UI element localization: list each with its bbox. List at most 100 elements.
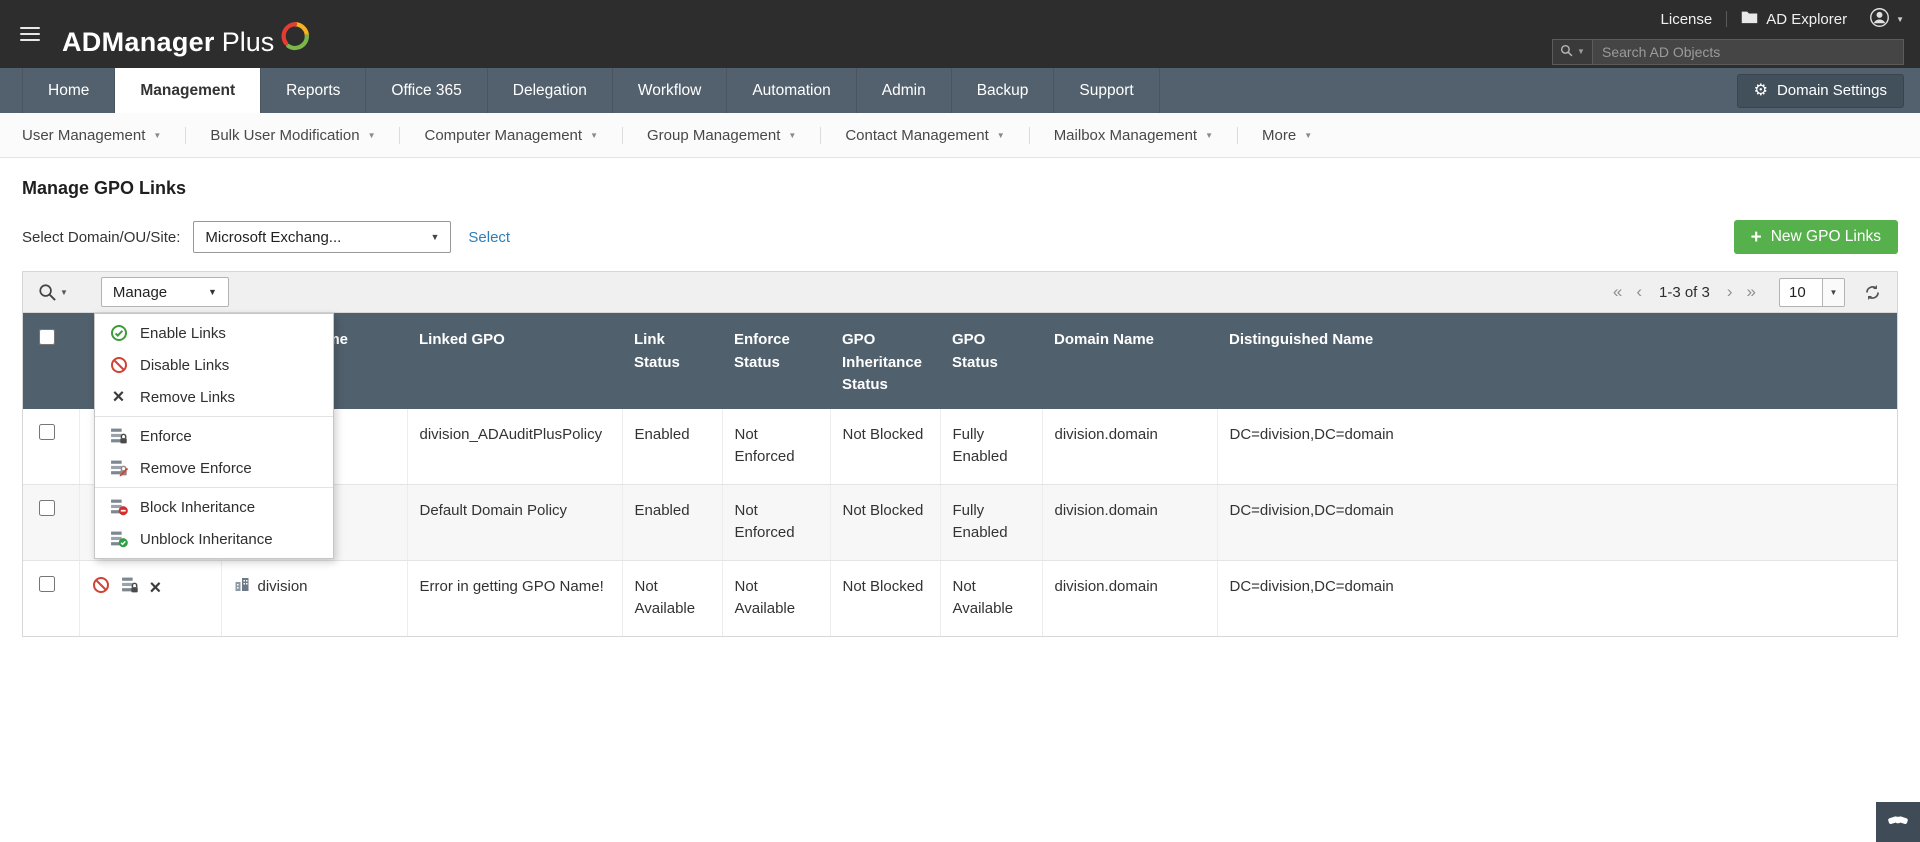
menu-item-block-inheritance[interactable]: Block Inheritance xyxy=(95,491,333,523)
chevron-down-icon: ▼ xyxy=(1822,279,1844,306)
row-checkbox[interactable] xyxy=(39,500,55,516)
tab-support[interactable]: Support xyxy=(1054,68,1159,113)
disable-links-icon xyxy=(109,356,128,374)
menu-item-enforce[interactable]: Enforce xyxy=(95,420,333,452)
table-cell: Not Available xyxy=(622,560,722,636)
subnav-user-management[interactable]: User Management▼ xyxy=(22,127,185,144)
subnav-contact-management[interactable]: Contact Management▼ xyxy=(821,127,1028,144)
user-icon xyxy=(1869,7,1890,32)
enforce-icon[interactable] xyxy=(121,576,139,602)
table-cell: Enabled xyxy=(622,484,722,560)
manage-dropdown[interactable]: Manage ▼ xyxy=(101,277,229,307)
menu-item-remove-enforce[interactable]: Remove Enforce xyxy=(95,452,333,484)
menu-item-remove-links[interactable]: × Remove Links xyxy=(95,381,333,413)
domain-ou-site-dropdown[interactable]: Microsoft Exchang... ▼ xyxy=(193,221,451,253)
tab-home[interactable]: Home xyxy=(22,68,115,113)
handshake-icon xyxy=(1886,809,1910,835)
menu-item-unblock-inheritance[interactable]: Unblock Inheritance xyxy=(95,523,333,555)
chevron-down-icon: ▼ xyxy=(208,287,217,297)
table-cell: Fully Enabled xyxy=(940,409,1042,485)
col-distinguished-name: Distinguished Name xyxy=(1217,313,1897,409)
tab-management[interactable]: Management xyxy=(115,68,261,113)
table-cell: division.domain xyxy=(1042,484,1217,560)
table-cell: division xyxy=(221,560,407,636)
hamburger-menu-icon[interactable] xyxy=(16,23,44,45)
enable-links-icon xyxy=(109,324,128,342)
tab-admin[interactable]: Admin xyxy=(857,68,952,113)
chevron-down-icon: ▼ xyxy=(368,131,376,140)
col-gpo-inheritance-status: GPO Inheritance Status xyxy=(830,313,940,409)
search-scope-button[interactable]: ▼ xyxy=(1553,40,1593,64)
menu-item-disable-links[interactable]: Disable Links xyxy=(95,349,333,381)
row-checkbox[interactable] xyxy=(39,424,55,440)
user-menu[interactable]: ▼ xyxy=(1869,7,1904,32)
manage-menu: Enable Links Disable Links × Remove Link… xyxy=(94,313,334,559)
table-cell: DC=division,DC=domain xyxy=(1217,484,1897,560)
prev-page-button[interactable]: ‹ xyxy=(1629,282,1649,302)
domain-selector-label: Select Domain/OU/Site: xyxy=(22,229,180,246)
first-page-button[interactable]: « xyxy=(1606,282,1629,302)
table-cell: Not Blocked xyxy=(830,409,940,485)
domain-settings-button[interactable]: ⚙ Domain Settings xyxy=(1737,74,1904,108)
ad-explorer-link[interactable]: AD Explorer xyxy=(1741,10,1847,28)
domain-object-icon xyxy=(234,576,250,600)
tab-automation[interactable]: Automation xyxy=(727,68,856,113)
tab-delegation[interactable]: Delegation xyxy=(488,68,613,113)
brand-name: ADManager xyxy=(62,27,215,58)
table-cell: DC=division,DC=domain xyxy=(1217,560,1897,636)
ad-search-bar: ▼ xyxy=(1552,39,1904,65)
brand-swirl-icon xyxy=(278,17,312,61)
row-checkbox[interactable] xyxy=(39,576,55,592)
tab-office-365[interactable]: Office 365 xyxy=(366,68,487,113)
chevron-down-icon: ▼ xyxy=(1896,15,1904,24)
column-search-icon[interactable]: ▼ xyxy=(38,283,68,302)
subnav-computer-management[interactable]: Computer Management▼ xyxy=(400,127,622,144)
chevron-down-icon: ▼ xyxy=(1205,131,1213,140)
next-page-button[interactable]: › xyxy=(1720,282,1740,302)
refresh-icon[interactable] xyxy=(1863,283,1882,302)
new-gpo-links-button[interactable]: + New GPO Links xyxy=(1734,220,1898,254)
table-cell: Fully Enabled xyxy=(940,484,1042,560)
subnav-group-management[interactable]: Group Management▼ xyxy=(623,127,820,144)
feedback-widget[interactable] xyxy=(1876,802,1920,842)
disable-link-icon[interactable] xyxy=(92,576,110,602)
col-select-all xyxy=(23,313,79,409)
pagination-info: 1-3 of 3 xyxy=(1659,284,1710,301)
col-linked-gpo: Linked GPO xyxy=(407,313,622,409)
table-cell: Not Blocked xyxy=(830,560,940,636)
license-link[interactable]: License xyxy=(1661,11,1713,28)
remove-links-icon: × xyxy=(109,388,128,406)
topbar-divider xyxy=(1726,11,1727,27)
chevron-down-icon: ▼ xyxy=(997,131,1005,140)
tab-workflow[interactable]: Workflow xyxy=(613,68,727,113)
last-page-button[interactable]: » xyxy=(1740,282,1763,302)
table-cell: division.domain xyxy=(1042,560,1217,636)
brand-logo: ADManager Plus xyxy=(62,11,312,58)
search-input[interactable] xyxy=(1593,40,1903,64)
subnav-mailbox-management[interactable]: Mailbox Management▼ xyxy=(1030,127,1237,144)
grid-toolbar: ▼ Manage ▼ « ‹ 1-3 of 3 › » 10 ▼ xyxy=(23,272,1897,313)
tab-reports[interactable]: Reports xyxy=(261,68,366,113)
table-cell: Not Available xyxy=(940,560,1042,636)
gear-icon: ⚙ xyxy=(1754,83,1768,99)
table-cell: DC=division,DC=domain xyxy=(1217,409,1897,485)
table-cell: division_ADAuditPlusPolicy xyxy=(407,409,622,485)
management-subnav: User Management▼ Bulk User Modification▼… xyxy=(0,113,1920,158)
chevron-down-icon: ▼ xyxy=(60,288,68,297)
subnav-bulk-user-modification[interactable]: Bulk User Modification▼ xyxy=(186,127,399,144)
table-cell: Not Blocked xyxy=(830,484,940,560)
select-link[interactable]: Select xyxy=(468,229,510,246)
topbar: ADManager Plus License AD Explorer xyxy=(0,0,1920,68)
domain-selector-row: Select Domain/OU/Site: Microsoft Exchang… xyxy=(22,220,1898,254)
plus-icon: + xyxy=(1751,228,1762,247)
table-row: × division Error in getting GPO Name! No… xyxy=(23,560,1897,636)
subnav-more[interactable]: More▼ xyxy=(1238,127,1336,144)
table-cell: Not Enforced xyxy=(722,409,830,485)
col-domain-name: Domain Name xyxy=(1042,313,1217,409)
select-all-checkbox[interactable] xyxy=(39,329,55,345)
remove-link-icon[interactable]: × xyxy=(150,579,162,597)
page-size-select[interactable]: 10 ▼ xyxy=(1779,278,1845,307)
menu-item-enable-links[interactable]: Enable Links xyxy=(95,317,333,349)
remove-enforce-icon xyxy=(109,459,128,477)
tab-backup[interactable]: Backup xyxy=(952,68,1055,113)
